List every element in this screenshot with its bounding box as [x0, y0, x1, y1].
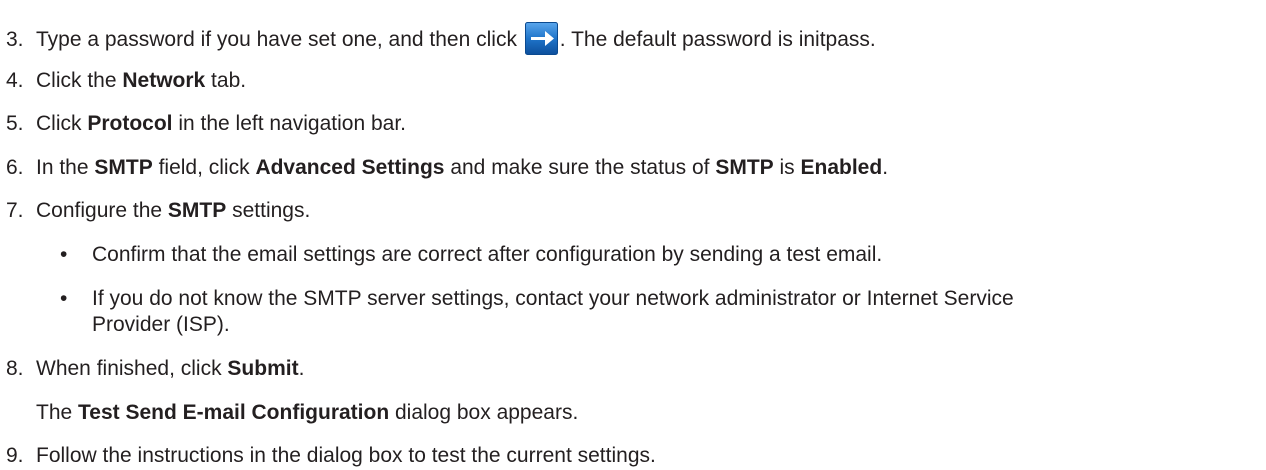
bullet-text: If you do not know the SMTP server setti…: [92, 287, 1014, 310]
step-text: tab.: [205, 69, 247, 92]
step-3: 3. Type a password if you have set one, a…: [6, 22, 876, 55]
step-text: dialog box appears.: [389, 401, 579, 424]
right-arrow-icon: [524, 22, 558, 55]
bullet-text: Confirm that the email settings are corr…: [92, 243, 883, 266]
step-number: 8.: [6, 357, 24, 380]
step-text: The: [36, 401, 79, 424]
step-text: .: [298, 357, 305, 380]
step-text: field, click: [152, 156, 256, 179]
step-text: settings.: [226, 199, 311, 222]
step-number: 4.: [6, 69, 24, 92]
ui-term-submit: Submit: [227, 357, 299, 380]
ui-term-test-send-email-configuration: Test Send E-mail Configuration: [78, 401, 390, 424]
step-text: When finished, click: [36, 357, 228, 380]
step-7: 7. Configure the SMTP settings.: [6, 199, 310, 223]
bullet-dot: •: [60, 287, 68, 310]
step-text: . The default password is initpass.: [559, 28, 876, 51]
step-text: and make sure the status of: [444, 156, 716, 179]
step-text: in the left navigation bar.: [172, 112, 407, 135]
ui-term-network: Network: [122, 69, 206, 92]
ui-term-advanced-settings: Advanced Settings: [255, 156, 445, 179]
ui-term-enabled: Enabled: [800, 156, 883, 179]
step-5: 5. Click Protocol in the left navigation …: [6, 112, 406, 136]
ui-term-smtp: SMTP: [167, 199, 227, 222]
step-text: is: [773, 156, 801, 179]
step-number: 5.: [6, 112, 24, 135]
bullet-dot: •: [60, 243, 68, 266]
step-text: Type a password if you have set one, and…: [36, 28, 523, 51]
step-text: Click: [36, 112, 88, 135]
step-text: In the: [36, 156, 95, 179]
ui-term-smtp: SMTP: [94, 156, 153, 179]
ui-term-protocol: Protocol: [87, 112, 173, 135]
step-text: Configure the: [36, 199, 168, 222]
step-text: Follow the instructions in the dialog bo…: [36, 444, 656, 467]
step-6: 6. In the SMTP field, click Advanced Sett…: [6, 156, 888, 180]
step-text: .: [882, 156, 889, 179]
step-text: Click the: [36, 69, 123, 92]
ui-term-smtp: SMTP: [715, 156, 774, 179]
step-8-result: The Test Send E-mail Configuration dialo…: [36, 401, 578, 425]
step-number: 9.: [6, 444, 24, 467]
step-number: 6.: [6, 156, 24, 179]
step-number: 7.: [6, 199, 24, 222]
bullet-text: Provider (ISP).: [92, 313, 230, 336]
step-4: 4. Click the Network tab.: [6, 69, 246, 93]
step-9: 9. Follow the instructions in the dialog …: [6, 444, 656, 468]
step-number: 3.: [6, 28, 24, 51]
step-8: 8. When finished, click Submit.: [6, 357, 304, 381]
